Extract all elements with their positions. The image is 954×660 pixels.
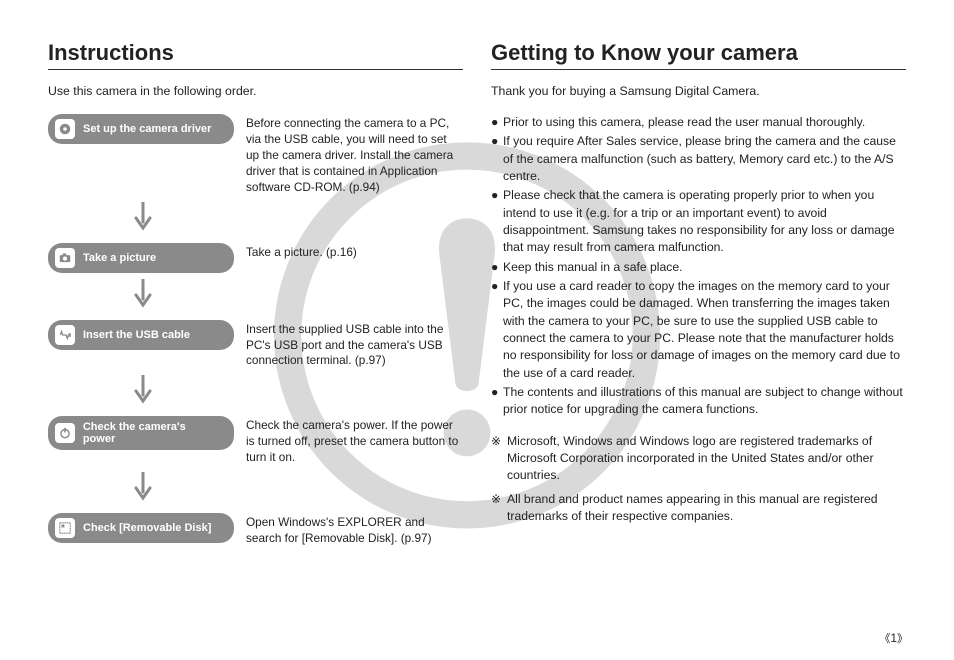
list-item: ●If you require After Sales service, ple… bbox=[491, 133, 906, 185]
step-label: Take a picture bbox=[83, 252, 156, 264]
step-pill-take-picture: Take a picture bbox=[48, 243, 234, 273]
list-item: ※Microsoft, Windows and Windows logo are… bbox=[491, 433, 906, 485]
step-pill-insert-usb: Insert the USB cable bbox=[48, 320, 234, 350]
step-label: Check the camera's power bbox=[83, 421, 220, 445]
trademark-notes: ※Microsoft, Windows and Windows logo are… bbox=[491, 433, 906, 526]
list-item: ●The contents and illustrations of this … bbox=[491, 384, 906, 419]
step-label: Insert the USB cable bbox=[83, 329, 190, 341]
step-label: Set up the camera driver bbox=[83, 123, 211, 135]
step-label: Check [Removable Disk] bbox=[83, 522, 211, 534]
step-text: Open Windows's EXPLORER and search for [… bbox=[246, 513, 463, 547]
step-row: Take a picture Take a picture. (p.16) bbox=[48, 243, 463, 273]
list-item: ●Please check that the camera is operati… bbox=[491, 187, 906, 256]
usb-icon bbox=[55, 325, 75, 345]
step-row: Check the camera's power Check the camer… bbox=[48, 416, 463, 466]
step-pill-check-power: Check the camera's power bbox=[48, 416, 234, 450]
thanks-text: Thank you for buying a Samsung Digital C… bbox=[491, 84, 906, 98]
step-row: Check [Removable Disk] Open Windows's EX… bbox=[48, 513, 463, 547]
step-text: Check the camera's power. If the power i… bbox=[246, 416, 463, 466]
step-text: Take a picture. (p.16) bbox=[246, 243, 463, 261]
down-arrow-icon bbox=[134, 375, 463, 410]
list-item: ●If you use a card reader to copy the im… bbox=[491, 278, 906, 382]
step-row: Set up the camera driver Before connecti… bbox=[48, 114, 463, 196]
step-pill-setup-driver: Set up the camera driver bbox=[48, 114, 234, 144]
camera-icon bbox=[55, 248, 75, 268]
instructions-title: Instructions bbox=[48, 40, 463, 70]
bullet-list: ●Prior to using this camera, please read… bbox=[491, 114, 906, 419]
list-item: ※All brand and product names appearing i… bbox=[491, 491, 906, 526]
step-text: Insert the supplied USB cable into the P… bbox=[246, 320, 463, 370]
down-arrow-icon bbox=[134, 202, 463, 237]
instructions-column: Instructions Use this camera in the foll… bbox=[48, 40, 463, 551]
getting-to-know-column: Getting to Know your camera Thank you fo… bbox=[491, 40, 906, 551]
step-row: Insert the USB cable Insert the supplied… bbox=[48, 320, 463, 370]
cd-icon bbox=[55, 119, 75, 139]
list-item: ●Keep this manual in a safe place. bbox=[491, 259, 906, 276]
step-pill-removable-disk: Check [Removable Disk] bbox=[48, 513, 234, 543]
down-arrow-icon bbox=[134, 279, 463, 314]
instructions-subtitle: Use this camera in the following order. bbox=[48, 84, 463, 98]
getting-to-know-title: Getting to Know your camera bbox=[491, 40, 906, 70]
grid-icon bbox=[55, 518, 75, 538]
power-icon bbox=[55, 423, 75, 443]
step-text: Before connecting the camera to a PC, vi… bbox=[246, 114, 463, 196]
down-arrow-icon bbox=[134, 472, 463, 507]
page-number: 1 bbox=[879, 630, 908, 646]
list-item: ●Prior to using this camera, please read… bbox=[491, 114, 906, 131]
